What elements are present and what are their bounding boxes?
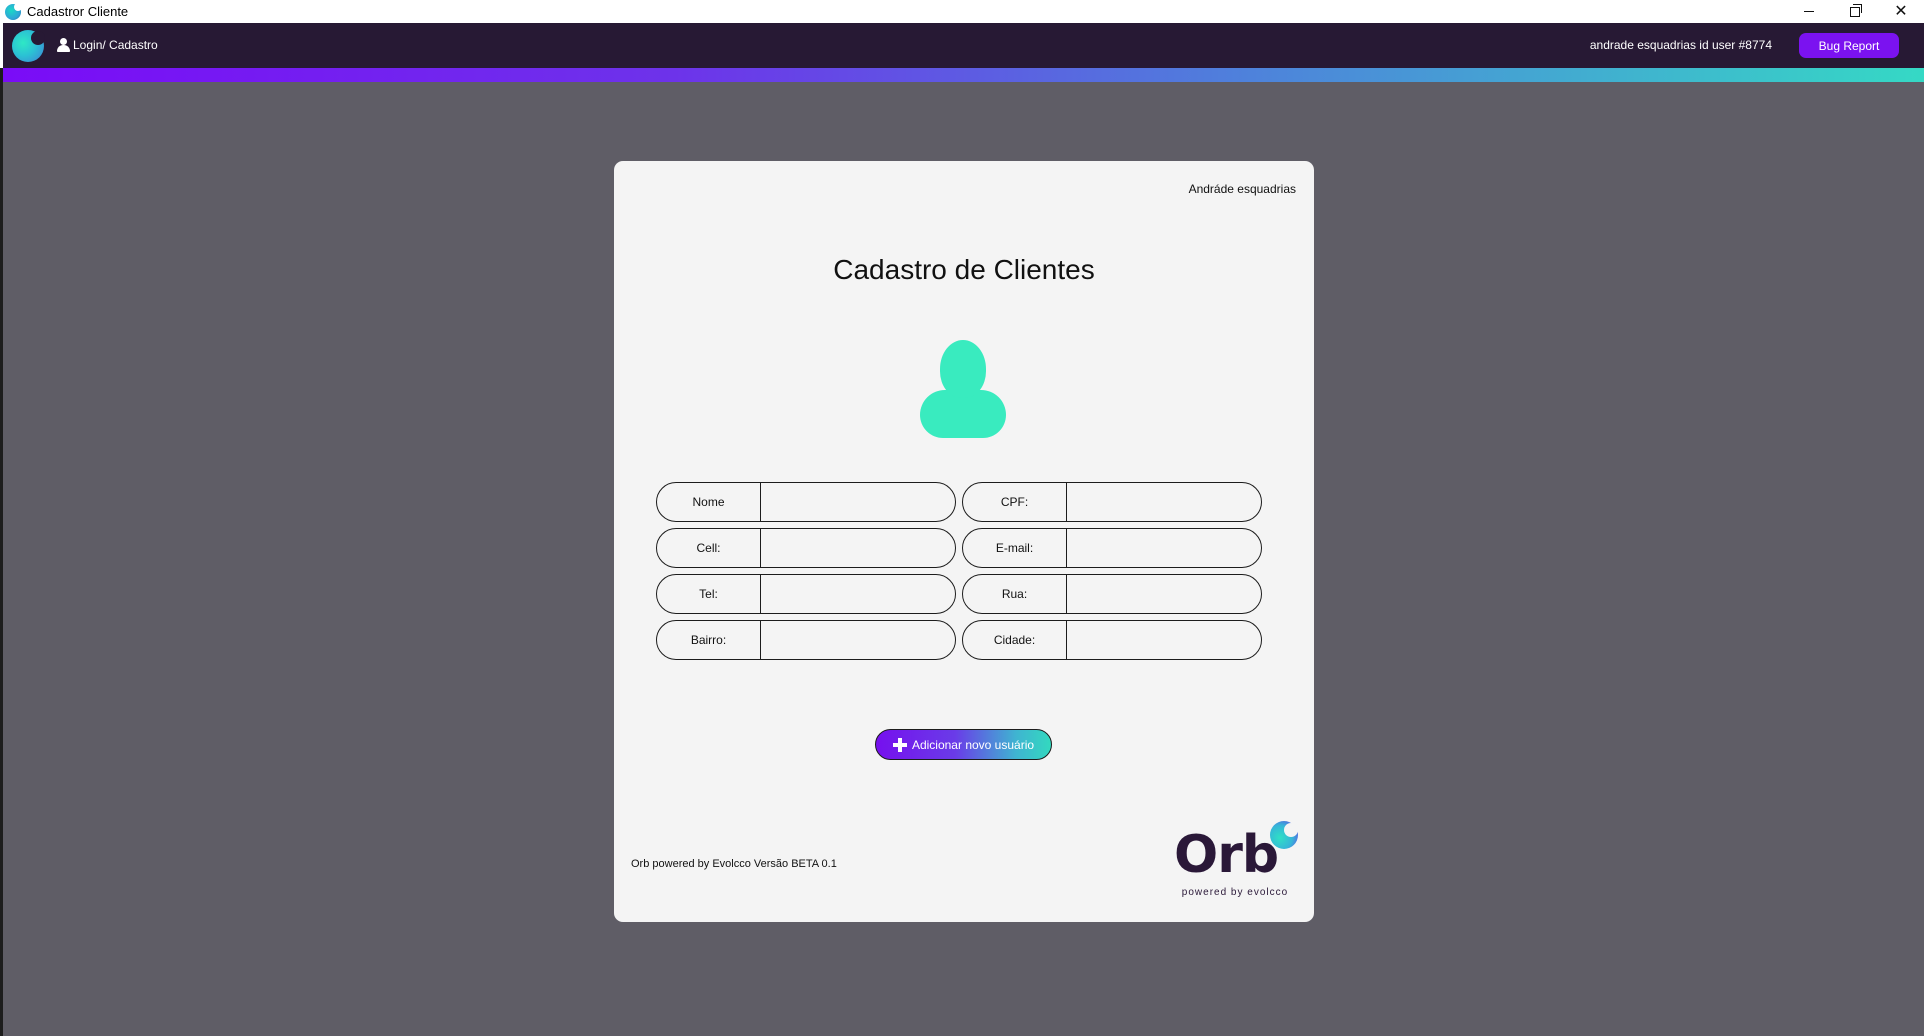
app-header-bar: Login/ Cadastro andrade esquadrias id us… [3, 23, 1924, 68]
add-new-user-label: Adicionar novo usuário [911, 737, 1035, 752]
nome-label: Nome [657, 483, 761, 521]
window-titlebar: Cadastror Cliente ✕ [0, 0, 1924, 23]
cpf-input[interactable] [1067, 483, 1261, 521]
user-info-text: andrade esquadrias id user #8774 [1589, 38, 1772, 52]
cpf-field: CPF: [962, 482, 1262, 522]
rua-label: Rua: [963, 575, 1067, 613]
tel-input[interactable] [761, 575, 955, 613]
bairro-field: Bairro: [656, 620, 956, 660]
cidade-label: Cidade: [963, 621, 1067, 659]
app-orb-icon [5, 2, 22, 20]
client-form: Nome CPF: Cell: E-mail: Tel: Rua: Bairro… [656, 482, 1266, 660]
header-gradient-bar [3, 68, 1924, 82]
email-field: E-mail: [962, 528, 1262, 568]
email-input[interactable] [1067, 529, 1261, 567]
login-cadastro-nav[interactable]: Login/ Cadastro [56, 36, 158, 54]
login-cadastro-label: Login/ Cadastro [73, 38, 158, 52]
page-title: Cadastro de Clientes [833, 254, 1095, 285]
cell-input[interactable] [761, 529, 955, 567]
close-icon: ✕ [1894, 2, 1908, 20]
cidade-input[interactable] [1067, 621, 1261, 659]
orb-brand-logo: Orb powered by evolcco [1174, 821, 1298, 901]
minimize-button[interactable] [1786, 0, 1832, 23]
orb-tagline: powered by evolcco [1181, 887, 1289, 898]
company-name: Andráde esquadrias [1188, 182, 1296, 196]
version-footer: Orb powered by Evolcco Versão BETA 0.1 [631, 858, 837, 870]
cpf-label: CPF: [963, 483, 1067, 521]
close-button[interactable]: ✕ [1878, 0, 1924, 23]
cell-label: Cell: [657, 529, 761, 567]
restore-icon [1850, 3, 1862, 17]
window-title: Cadastror Cliente [27, 4, 129, 19]
add-new-user-button[interactable]: Adicionar novo usuário [875, 729, 1052, 760]
rua-input[interactable] [1067, 575, 1261, 613]
email-label: E-mail: [963, 529, 1067, 567]
client-registration-card: Andráde esquadrias Cadastro de Clientes … [614, 161, 1314, 922]
minimize-icon [1804, 11, 1814, 12]
orb-wordmark: Orb [1174, 825, 1279, 885]
bairro-input[interactable] [761, 621, 955, 659]
rua-field: Rua: [962, 574, 1262, 614]
restore-button[interactable] [1832, 0, 1878, 23]
orb-logo-icon[interactable] [12, 30, 45, 62]
orb-moon-icon [1270, 821, 1298, 849]
user-silhouette-icon [920, 340, 1008, 440]
plus-icon [892, 737, 907, 752]
window-controls: ✕ [1786, 0, 1924, 23]
tel-label: Tel: [657, 575, 761, 613]
cell-field: Cell: [656, 528, 956, 568]
nome-input[interactable] [761, 483, 955, 521]
bug-report-button[interactable]: Bug Report [1799, 33, 1899, 58]
tel-field: Tel: [656, 574, 956, 614]
cidade-field: Cidade: [962, 620, 1262, 660]
nome-field: Nome [656, 482, 956, 522]
bairro-label: Bairro: [657, 621, 761, 659]
user-icon [56, 38, 70, 52]
